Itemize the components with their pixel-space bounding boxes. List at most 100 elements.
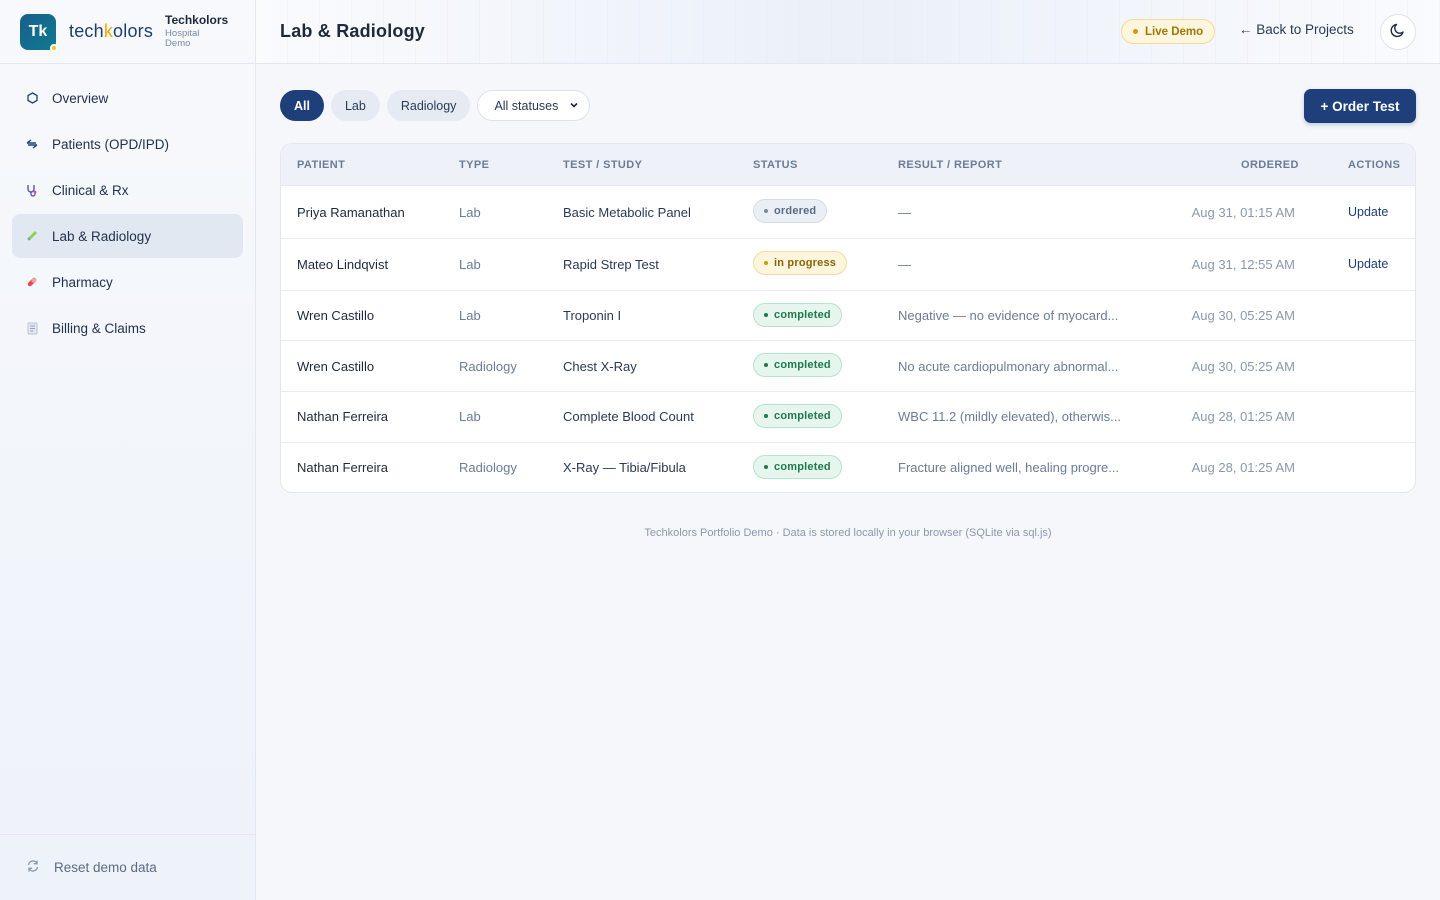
status-label: completed: [774, 410, 831, 422]
hexagon-icon: [26, 92, 38, 104]
cell-patient: Nathan Ferreira: [297, 460, 389, 475]
cell-test: Chest X-Ray: [563, 359, 637, 374]
status-dot-icon: [764, 209, 768, 213]
sidebar-item-overview[interactable]: Overview: [12, 76, 243, 120]
update-button[interactable]: Update: [1348, 257, 1388, 271]
cell-ordered: Aug 31, 12:55 AM: [1191, 257, 1295, 272]
sidebar-item-pharmacy[interactable]: Pharmacy: [12, 260, 243, 304]
logo-initials: Tk: [28, 22, 48, 40]
table-row: Wren Castillo Radiology Chest X-Ray comp…: [281, 341, 1415, 392]
sidebar-item-billing[interactable]: Billing & Claims: [12, 306, 243, 350]
cell-test: Rapid Strep Test: [563, 257, 659, 272]
cell-test: Basic Metabolic Panel: [563, 205, 691, 220]
status-label: completed: [774, 359, 831, 371]
theme-toggle-button[interactable]: [1380, 14, 1416, 50]
status-label: completed: [774, 461, 831, 473]
status-badge: completed: [753, 404, 842, 428]
table-row: Nathan Ferreira Radiology X-Ray — Tibia/…: [281, 443, 1415, 492]
sidebar-item-label: Billing & Claims: [52, 320, 146, 336]
cell-patient: Mateo Lindqvist: [297, 257, 389, 272]
status-select-value: All statuses: [494, 98, 559, 113]
back-to-projects-link[interactable]: ← Back to Projects: [1239, 22, 1354, 37]
logo-wordmark: techkolors: [69, 21, 153, 42]
status-dot-icon: [764, 313, 768, 317]
filter-tab-radiology[interactable]: Radiology: [386, 90, 471, 121]
cell-result: —: [898, 205, 911, 220]
cell-type: Lab: [459, 205, 481, 220]
status-badge: completed: [753, 303, 842, 327]
status-dot-icon: [764, 261, 768, 265]
cell-patient: Wren Castillo: [297, 308, 375, 323]
filter-tab-all[interactable]: All: [280, 90, 324, 121]
cell-result: Negative — no evidence of myocard...: [898, 308, 1119, 323]
cell-ordered: Aug 31, 01:15 AM: [1191, 205, 1295, 220]
reset-demo-label: Reset demo data: [54, 860, 157, 875]
wordmark-accent: k: [103, 21, 114, 41]
order-test-button[interactable]: + Order Test: [1304, 89, 1416, 123]
live-demo-label: Live Demo: [1145, 25, 1204, 38]
status-badge: completed: [753, 455, 842, 479]
sidebar: Tk techkolors Techkolors Hospital Demo O…: [0, 0, 256, 900]
main-content: All Lab Radiology All statuses + Order T…: [256, 64, 1440, 900]
status-badge: completed: [753, 353, 842, 377]
orders-table: PATIENT TYPE TEST / STUDY STATUS RESULT …: [280, 143, 1416, 493]
table-row: Nathan Ferreira Lab Complete Blood Count…: [281, 392, 1415, 443]
brand-meta: Techkolors Hospital Demo: [165, 14, 228, 49]
cell-patient: Wren Castillo: [297, 359, 375, 374]
column-header-status: STATUS: [753, 159, 798, 171]
cell-ordered: Aug 28, 01:25 AM: [1191, 409, 1295, 424]
stethoscope-icon: [26, 184, 38, 197]
table-row: Priya Ramanathan Lab Basic Metabolic Pan…: [281, 186, 1415, 239]
sidebar-item-label: Overview: [52, 90, 109, 106]
reset-demo-button[interactable]: Reset demo data: [0, 834, 255, 900]
test-tube-icon: [26, 230, 38, 242]
column-header-type: TYPE: [459, 159, 490, 171]
wordmark-part: tech: [69, 21, 104, 41]
status-badge: ordered: [753, 199, 828, 223]
sidebar-item-lab-radiology[interactable]: Lab & Radiology: [12, 214, 243, 258]
update-button[interactable]: Update: [1348, 205, 1388, 219]
brand-title: Techkolors: [165, 13, 229, 27]
page-title: Lab & Radiology: [280, 21, 426, 41]
cell-type: Radiology: [459, 460, 517, 475]
sidebar-item-label: Patients (OPD/IPD): [52, 136, 170, 152]
status-select[interactable]: All statuses: [477, 90, 591, 121]
transfer-icon: [26, 138, 38, 150]
brand-subtitle: Hospital Demo: [165, 29, 228, 49]
brand: Tk techkolors Techkolors Hospital Demo: [0, 0, 255, 64]
filter-tab-lab[interactable]: Lab: [330, 90, 380, 121]
status-dot-icon: [50, 43, 58, 52]
cell-type: Radiology: [459, 359, 517, 374]
cell-type: Lab: [459, 409, 481, 424]
status-label: ordered: [774, 205, 817, 217]
column-header-result: RESULT / REPORT: [898, 159, 1003, 171]
table-row: Mateo Lindqvist Lab Rapid Strep Test in …: [281, 239, 1415, 291]
cell-test: X-Ray — Tibia/Fibula: [563, 460, 686, 475]
cell-patient: Nathan Ferreira: [297, 409, 389, 424]
status-dot-icon: [764, 414, 768, 418]
table-row: Wren Castillo Lab Troponin I completed N…: [281, 291, 1415, 341]
status-label: in progress: [774, 257, 837, 269]
column-header-ordered: ORDERED: [1241, 159, 1299, 171]
column-header-actions: ACTIONS: [1348, 159, 1401, 171]
pill-icon: [26, 276, 38, 288]
cell-result: WBC 11.2 (mildly elevated), otherwis...: [898, 409, 1121, 424]
document-icon: [26, 322, 38, 334]
cell-type: Lab: [459, 308, 481, 323]
sidebar-item-patients[interactable]: Patients (OPD/IPD): [12, 122, 243, 166]
sidebar-item-label: Pharmacy: [52, 274, 113, 290]
status-badge: in progress: [753, 251, 848, 275]
cell-test: Complete Blood Count: [563, 409, 694, 424]
status-dot-icon: [764, 465, 768, 469]
cell-ordered: Aug 28, 01:25 AM: [1191, 460, 1295, 475]
moon-icon: [1390, 22, 1406, 43]
cell-patient: Priya Ramanathan: [297, 205, 405, 220]
footer-note: Techkolors Portfolio Demo · Data is stor…: [644, 527, 1052, 539]
table-header: PATIENT TYPE TEST / STUDY STATUS RESULT …: [281, 144, 1415, 186]
cell-result: Fracture aligned well, healing progre...: [898, 460, 1120, 475]
status-label: completed: [774, 309, 831, 321]
sidebar-item-clinical[interactable]: Clinical & Rx: [12, 168, 243, 212]
column-header-patient: PATIENT: [297, 159, 346, 171]
filter-bar: All Lab Radiology All statuses: [280, 90, 591, 121]
sidebar-item-label: Clinical & Rx: [52, 182, 129, 198]
